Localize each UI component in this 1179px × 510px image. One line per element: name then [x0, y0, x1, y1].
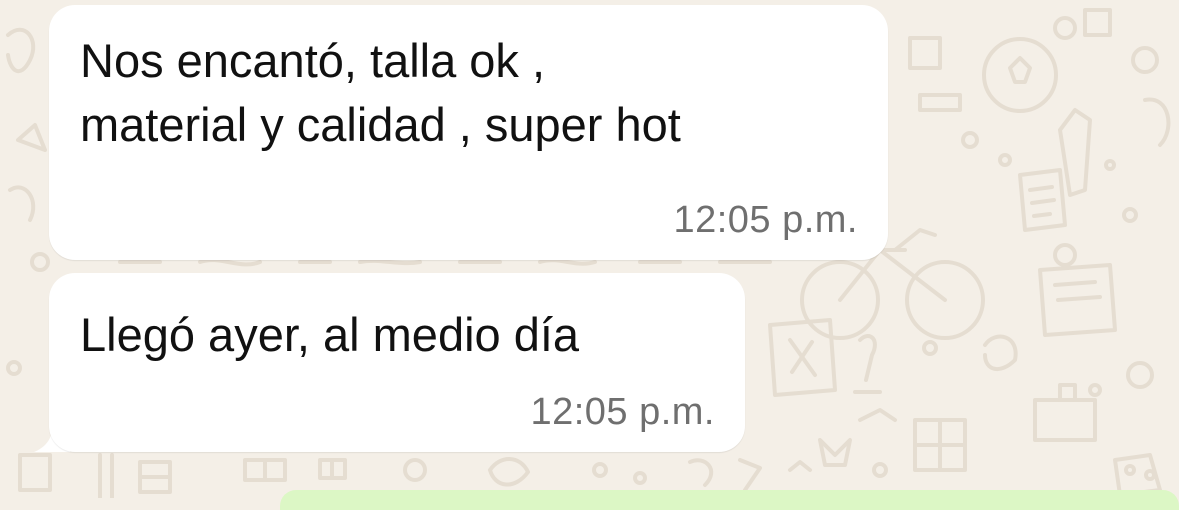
- message-text: Llegó ayer, al medio día: [80, 308, 580, 361]
- message-bubble-incoming[interactable]: Nos encantó, talla ok , material y calid…: [49, 5, 888, 260]
- message-timestamp: 12:05 p.m.: [530, 391, 715, 433]
- message-text: Nos encantó, talla ok , material y calid…: [80, 34, 681, 151]
- message-timestamp: 12:05 p.m.: [673, 199, 858, 241]
- message-bubble-incoming[interactable]: Llegó ayer, al medio día 12:05 p.m.: [49, 273, 745, 452]
- outgoing-message-bubble-edge: [280, 490, 1179, 510]
